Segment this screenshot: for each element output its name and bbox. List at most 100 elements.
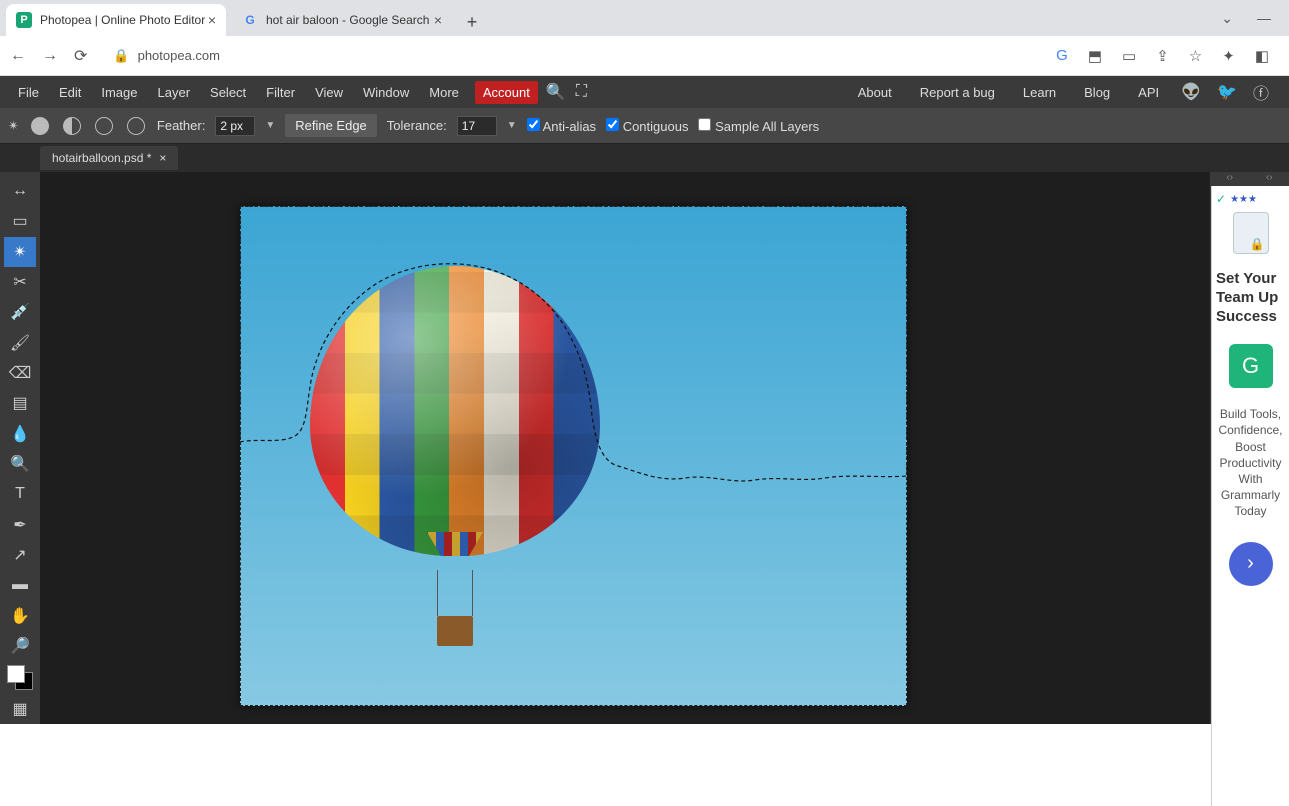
document-icon [1233, 212, 1269, 254]
browser-tab-active[interactable]: P Photopea | Online Photo Editor × [6, 4, 226, 36]
canvas-area[interactable] [40, 172, 1209, 724]
menu-select[interactable]: Select [200, 79, 256, 106]
type-tool[interactable]: T [4, 479, 36, 509]
move-tool[interactable]: ↔ [4, 176, 36, 206]
magic-wand-tool[interactable]: ✴ [4, 237, 36, 267]
document-tabstrip: hotairballoon.psd * × [0, 144, 1289, 172]
anti-alias-option[interactable]: Anti-alias [527, 118, 596, 134]
menu-image[interactable]: Image [91, 79, 147, 106]
ad-body: Build Tools, Confidence, Boost Productiv… [1216, 406, 1285, 519]
twitter-icon[interactable]: 🐦 [1217, 82, 1237, 102]
install-icon[interactable]: ⬒ [1088, 47, 1102, 65]
blur-tool[interactable]: 💧 [4, 419, 36, 449]
selection-intersect-icon[interactable] [127, 117, 145, 135]
quickmask-tool[interactable]: ▦ [4, 694, 36, 724]
tab-title: Photopea | Online Photo Editor [40, 13, 205, 27]
ad-cta-button[interactable]: › [1229, 542, 1273, 586]
eraser-tool[interactable]: ⌫ [4, 358, 36, 388]
feather-label: Feather: [157, 118, 205, 133]
balloon-image [310, 266, 600, 566]
foreground-color[interactable] [7, 665, 25, 683]
tolerance-label: Tolerance: [387, 118, 447, 133]
tolerance-input[interactable] [457, 116, 497, 136]
share-icon[interactable]: ⇪ [1156, 47, 1169, 65]
refine-edge-button[interactable]: Refine Edge [285, 114, 377, 137]
reader-icon[interactable]: ▭ [1122, 47, 1136, 65]
link-api[interactable]: API [1132, 81, 1165, 104]
new-tab-button[interactable]: + [458, 8, 486, 36]
color-swatch[interactable] [7, 665, 33, 690]
pen-tool[interactable]: ✒ [4, 509, 36, 539]
menu-layer[interactable]: Layer [148, 79, 201, 106]
url-text[interactable]: photopea.com [138, 48, 220, 63]
menu-file[interactable]: File [8, 79, 49, 106]
document-tab[interactable]: hotairballoon.psd * × [40, 146, 178, 170]
selection-add-icon[interactable] [63, 117, 81, 135]
dropdown-icon[interactable]: ▼ [265, 120, 275, 131]
gradient-tool[interactable]: ▤ [4, 388, 36, 418]
chevron-down-icon[interactable]: ⌄ [1221, 10, 1233, 27]
menu-window[interactable]: Window [353, 79, 419, 106]
sample-all-checkbox[interactable] [698, 118, 711, 131]
marquee-tool[interactable]: ▭ [4, 206, 36, 236]
menu-filter[interactable]: Filter [256, 79, 305, 106]
sample-all-option[interactable]: Sample All Layers [698, 118, 819, 134]
facebook-icon[interactable]: ⓕ [1253, 80, 1269, 104]
document-canvas[interactable] [240, 206, 907, 706]
reddit-icon[interactable]: 👽 [1181, 82, 1201, 102]
search-icon[interactable]: 🔍 [546, 82, 566, 102]
window-controls: ⌄ — [1221, 10, 1289, 27]
ad-sidebar: ✓ ★★★ Set Your Team Up Success G Build T… [1211, 186, 1289, 806]
menu-more[interactable]: More [419, 79, 469, 106]
link-learn[interactable]: Learn [1017, 81, 1062, 104]
photopea-app: File Edit Image Layer Select Filter View… [0, 76, 1289, 724]
hand-tool[interactable]: ✋ [4, 600, 36, 630]
tab-title: hot air baloon - Google Search [266, 13, 429, 27]
feather-input[interactable] [215, 116, 255, 136]
link-report[interactable]: Report a bug [914, 81, 1001, 104]
link-about[interactable]: About [852, 81, 898, 104]
google-icon[interactable]: G [1056, 47, 1068, 65]
extensions-icon[interactable]: ✦ [1222, 47, 1235, 65]
document-name: hotairballoon.psd * [52, 151, 151, 165]
selection-new-icon[interactable] [31, 117, 49, 135]
browser-tab[interactable]: G hot air baloon - Google Search × [232, 4, 452, 36]
close-icon[interactable]: × [434, 12, 442, 28]
close-icon[interactable]: × [159, 151, 166, 165]
dropdown-icon[interactable]: ▼ [507, 120, 517, 131]
selection-marquee [240, 206, 907, 706]
back-button[interactable]: ← [10, 47, 26, 65]
zoom-tool[interactable]: 🔎 [4, 631, 36, 661]
lock-icon: 🔒 [113, 48, 129, 64]
address-bar: ← → ⟳ 🔒 photopea.com G ⬒ ▭ ⇪ ☆ ✦ ◧ [0, 36, 1289, 76]
contiguous-option[interactable]: Contiguous [606, 118, 688, 134]
brush-tool[interactable]: 🖌 [4, 328, 36, 358]
forward-button[interactable]: → [42, 47, 58, 65]
dodge-tool[interactable]: 🔍 [4, 449, 36, 479]
path-tool[interactable]: ↗ [4, 540, 36, 570]
menu-view[interactable]: View [305, 79, 353, 106]
magic-wand-icon: ✴ [8, 118, 19, 134]
anti-alias-checkbox[interactable] [527, 118, 540, 131]
contiguous-checkbox[interactable] [606, 118, 619, 131]
menu-edit[interactable]: Edit [49, 79, 91, 106]
menu-bar: File Edit Image Layer Select Filter View… [0, 76, 1289, 108]
shape-tool[interactable]: ▬ [4, 570, 36, 600]
reload-button[interactable]: ⟳ [74, 46, 87, 66]
crop-tool[interactable]: ✂ [4, 267, 36, 297]
fullscreen-icon[interactable]: ⛶ [576, 83, 587, 101]
ad-headline: Set Your Team Up Success [1216, 270, 1285, 326]
minimize-icon[interactable]: — [1257, 10, 1271, 27]
panel-icon[interactable]: ◧ [1255, 47, 1269, 65]
eyedropper-tool[interactable]: 💉 [4, 297, 36, 327]
google-favicon: G [242, 12, 258, 28]
tool-options-bar: ✴ Feather: ▼ Refine Edge Tolerance: ▼ An… [0, 108, 1289, 144]
link-blog[interactable]: Blog [1078, 81, 1116, 104]
close-icon[interactable]: × [208, 12, 216, 28]
browser-tabstrip: P Photopea | Online Photo Editor × G hot… [0, 0, 1289, 36]
selection-subtract-icon[interactable] [95, 117, 113, 135]
bookmark-icon[interactable]: ☆ [1189, 47, 1202, 65]
account-button[interactable]: Account [475, 81, 538, 104]
photopea-favicon: P [16, 12, 32, 28]
check-icon: ✓ [1216, 192, 1226, 206]
